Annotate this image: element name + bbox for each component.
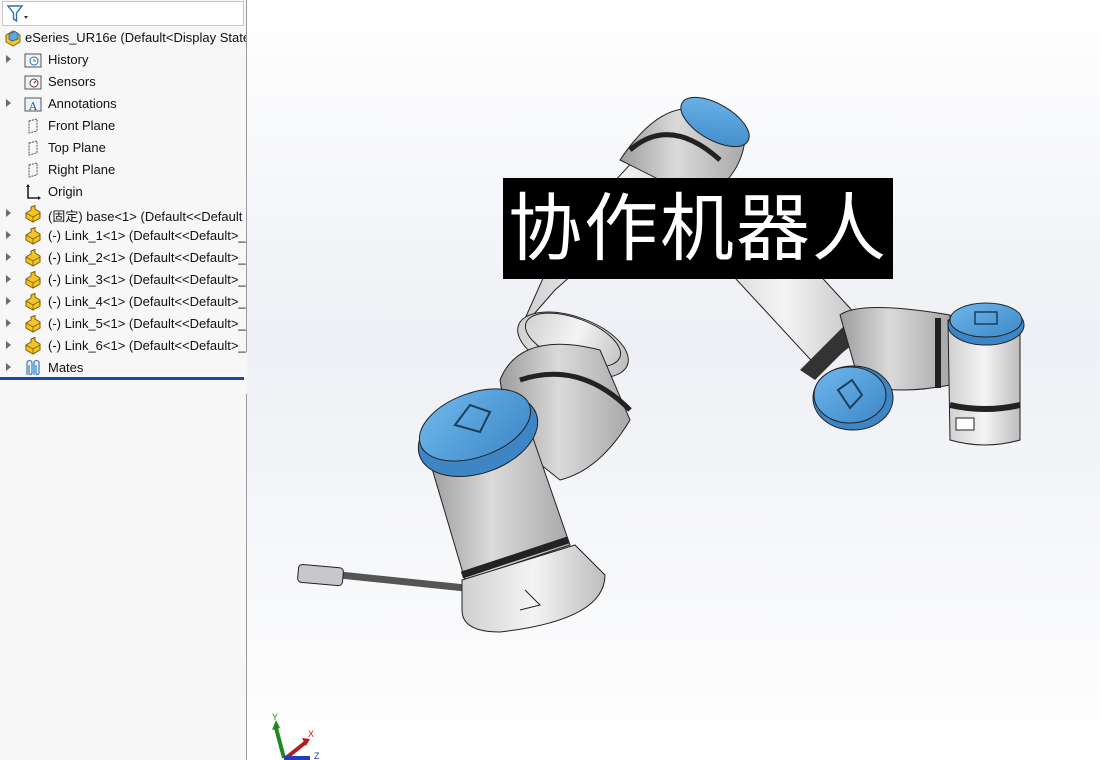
plane-icon (28, 162, 38, 178)
tree-item-top-plane[interactable]: Top Plane (0, 137, 246, 159)
expand-arrow-icon[interactable] (6, 363, 11, 371)
wrist-3-joint (947, 302, 1025, 446)
part-icon (25, 337, 41, 355)
tree-item-label: (-) Link_5<1> (Default<<Default>_ (48, 316, 246, 331)
expand-arrow-icon[interactable] (6, 341, 11, 349)
assembly-icon (5, 30, 21, 47)
tree-item-label: Front Plane (48, 118, 116, 133)
tree-item-link-1[interactable]: (-) Link_1<1> (Default<<Default>_ (0, 225, 246, 247)
triad-y-axis (274, 727, 286, 759)
tree-item-label: (-) Link_6<1> (Default<<Default>_ (48, 338, 246, 353)
filter-funnel-icon[interactable] (7, 5, 29, 23)
overlay-title-banner: 协作机器人 (503, 178, 893, 279)
expand-arrow-icon[interactable] (6, 55, 11, 63)
origin-icon (26, 184, 41, 200)
graphics-viewport[interactable]: 协作机器人 Y X Z (247, 0, 1100, 760)
tree-item-label: (-) Link_1<1> (Default<<Default>_ (48, 228, 246, 243)
tree-item-label: Mates (48, 360, 84, 375)
tree-item-label: Annotations (48, 96, 117, 111)
triad-z-label: Z (314, 751, 320, 760)
tree-item-label: (-) Link_3<1> (Default<<Default>_ (48, 272, 246, 287)
tree-item-label: Sensors (48, 74, 96, 89)
tree-item-label: History (48, 52, 89, 67)
tree-item-front-plane[interactable]: Front Plane (0, 115, 246, 137)
svg-text:A: A (28, 100, 38, 113)
expand-arrow-icon[interactable] (6, 99, 11, 107)
tree-item-history[interactable]: History (0, 49, 246, 71)
expand-arrow-icon[interactable] (6, 231, 11, 239)
feature-manager-tree: eSeries_UR16e (Default<Display State His… (0, 0, 247, 760)
tree-item-link-2[interactable]: (-) Link_2<1> (Default<<Default>_ (0, 247, 246, 269)
robot-arm-model[interactable] (247, 0, 1100, 760)
annotations-folder-icon: A (24, 97, 42, 113)
triad-x-label: X (308, 729, 314, 739)
part-icon (25, 249, 41, 267)
plane-icon (28, 118, 38, 134)
part-icon (25, 227, 41, 245)
part-icon (25, 271, 41, 289)
tree-item-label: (固定) base<1> (Default<<Default (48, 209, 243, 224)
tree-item-mates[interactable]: Mates (0, 357, 246, 379)
plane-icon (28, 140, 38, 156)
overlay-title-text: 协作机器人 (508, 185, 888, 272)
tree-rollback-bar[interactable] (0, 377, 244, 380)
triad-y-label: Y (272, 712, 278, 722)
tree-item-sensors[interactable]: Sensors (0, 71, 246, 93)
tree-item-label: Top Plane (48, 140, 106, 155)
tree-item-link-4[interactable]: (-) Link_4<1> (Default<<Default>_ (0, 291, 246, 313)
tree-item-origin[interactable]: Origin (0, 181, 246, 203)
tree-item-right-plane[interactable]: Right Plane (0, 159, 246, 181)
tree-item-link-5[interactable]: (-) Link_5<1> (Default<<Default>_ (0, 313, 246, 335)
expand-arrow-icon[interactable] (6, 209, 11, 217)
tree-item-link-3[interactable]: (-) Link_3<1> (Default<<Default>_ (0, 269, 246, 291)
view-orientation-triad[interactable]: Y X Z (268, 712, 328, 760)
expand-arrow-icon[interactable] (6, 253, 11, 261)
tree-root-label: eSeries_UR16e (Default<Display State (25, 30, 246, 45)
tree-root-assembly[interactable]: eSeries_UR16e (Default<Display State (0, 27, 246, 49)
expand-arrow-icon[interactable] (6, 319, 11, 327)
part-icon (25, 205, 41, 223)
expand-arrow-icon[interactable] (6, 297, 11, 305)
tree-item-label: (-) Link_2<1> (Default<<Default>_ (48, 250, 246, 265)
tree-filter-bar[interactable] (2, 1, 244, 26)
part-icon (25, 293, 41, 311)
expand-arrow-icon[interactable] (6, 275, 11, 283)
history-folder-icon (24, 53, 42, 68)
part-icon (25, 315, 41, 333)
tree-item-label: Right Plane (48, 162, 116, 177)
tree-item-base[interactable]: (固定) base<1> (Default<<Default (0, 203, 246, 225)
tree-item-annotations[interactable]: A Annotations (0, 93, 246, 115)
tree-item-link-6[interactable]: (-) Link_6<1> (Default<<Default>_ (0, 335, 246, 357)
tree-item-label: Origin (48, 184, 83, 199)
tree-item-label: (-) Link_4<1> (Default<<Default>_ (48, 294, 246, 309)
triad-x-axis (284, 740, 308, 760)
mates-icon (26, 359, 40, 376)
base-cable (297, 563, 469, 592)
sensors-folder-icon (24, 75, 42, 90)
